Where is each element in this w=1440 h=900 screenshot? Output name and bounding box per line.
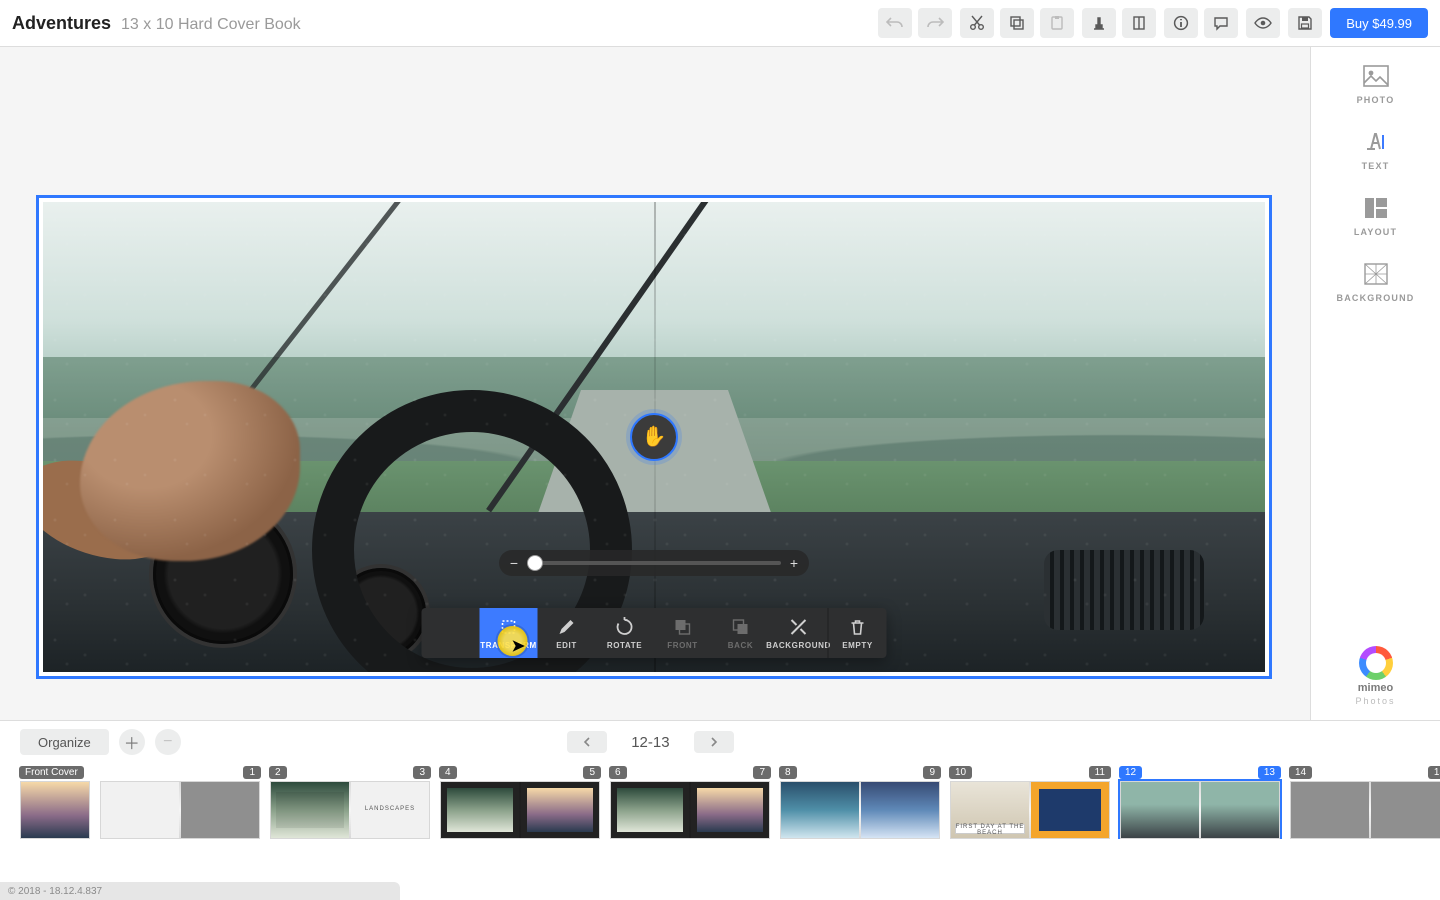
- thumb-spread-4-5[interactable]: 4 5: [440, 767, 600, 839]
- paste-button[interactable]: [1040, 8, 1074, 38]
- thumb-spread-14-15[interactable]: 14 15: [1290, 767, 1440, 839]
- page-badge: 9: [923, 766, 941, 779]
- edit-label: EDIT: [556, 641, 577, 650]
- redo-button[interactable]: [918, 8, 952, 38]
- page-badge: 8: [779, 766, 797, 779]
- back-label: BACK: [728, 641, 754, 650]
- status-bar: © 2018 - 18.12.4.837: [0, 882, 400, 900]
- thumb-front-cover[interactable]: Front Cover: [20, 767, 90, 839]
- page-badge: 13: [1258, 766, 1281, 779]
- next-spread-button[interactable]: [694, 731, 734, 753]
- page-spread[interactable]: ✋ − + ✋ TRANSFORM ➤: [36, 195, 1272, 679]
- copy-button[interactable]: [1000, 8, 1034, 38]
- thumb-caption: FIRST DAY AT THE BEACH: [951, 824, 1029, 836]
- page-indicator: 12-13: [631, 734, 669, 751]
- brand-logo: mimeo Photos: [1355, 646, 1395, 706]
- pan-tool-button[interactable]: ✋: [422, 608, 480, 658]
- topbar: Adventures 13 x 10 Hard Cover Book: [0, 0, 1440, 47]
- right-rail: PHOTO TEXT LAYOUT BACKGROUND mimeo Photo…: [1310, 47, 1440, 720]
- page-badge: 14: [1289, 766, 1312, 779]
- brand-mark-icon: [1359, 646, 1393, 680]
- thumb-spread-6-7[interactable]: 6 7: [610, 767, 770, 839]
- thumb-caption: LANDSCAPES: [351, 806, 429, 812]
- send-back-button[interactable]: BACK: [712, 608, 770, 658]
- undo-button[interactable]: [878, 8, 912, 38]
- page-badge: 5: [583, 766, 601, 779]
- rail-text[interactable]: TEXT: [1362, 131, 1390, 171]
- rotate-label: ROTATE: [607, 641, 642, 650]
- remove-page-button[interactable]: −: [155, 729, 181, 755]
- zoom-in-icon[interactable]: +: [789, 555, 799, 571]
- empty-button[interactable]: EMPTY: [829, 608, 887, 658]
- page-badge: 2: [269, 766, 287, 779]
- hand-icon: ✋: [642, 424, 667, 449]
- rotate-tool-button[interactable]: ROTATE: [596, 608, 654, 658]
- thumb-spread-1[interactable]: 1: [100, 767, 260, 839]
- page-badge: 12: [1119, 766, 1142, 779]
- brand-name: mimeo: [1358, 682, 1393, 694]
- set-background-button[interactable]: BACKGROUND: [770, 608, 828, 658]
- grab-handle[interactable]: ✋: [630, 413, 678, 461]
- project-subtitle: 13 x 10 Hard Cover Book: [121, 16, 301, 34]
- thumb-spread-2-3[interactable]: 2 3 LANDSCAPES: [270, 767, 430, 839]
- rail-background[interactable]: BACKGROUND: [1337, 263, 1415, 303]
- photo-toolbar: ✋ TRANSFORM ➤ EDIT ROTATE: [422, 608, 887, 658]
- page-badge: 11: [1089, 766, 1111, 779]
- rail-text-label: TEXT: [1362, 161, 1390, 171]
- brand-sub: Photos: [1355, 696, 1395, 706]
- thumb-label: Front Cover: [19, 766, 84, 779]
- info-button[interactable]: [1164, 8, 1198, 38]
- page-badge: 3: [413, 766, 431, 779]
- canvas-area[interactable]: ✋ − + ✋ TRANSFORM ➤: [0, 47, 1310, 720]
- zoom-slider[interactable]: − +: [499, 550, 809, 576]
- page-badge: 1: [243, 766, 261, 779]
- page-badge: 4: [439, 766, 457, 779]
- page-badge: 15: [1428, 766, 1440, 779]
- book-button[interactable]: [1122, 8, 1156, 38]
- empty-label: EMPTY: [842, 641, 873, 650]
- page-badge: 7: [753, 766, 771, 779]
- thumb-spread-12-13[interactable]: 12 13: [1120, 767, 1280, 839]
- thumb-spread-10-11[interactable]: 10 11 FIRST DAY AT THE BEACH: [950, 767, 1110, 839]
- page-badge: 6: [609, 766, 627, 779]
- transform-tool-button[interactable]: TRANSFORM ➤: [480, 608, 538, 658]
- stamp-button[interactable]: [1082, 8, 1116, 38]
- project-title: Adventures: [12, 13, 111, 34]
- rail-photo[interactable]: PHOTO: [1357, 65, 1395, 105]
- background-label: BACKGROUND: [766, 641, 831, 650]
- cut-button[interactable]: [960, 8, 994, 38]
- zoom-track[interactable]: [527, 561, 781, 565]
- preview-button[interactable]: [1246, 8, 1280, 38]
- buy-button[interactable]: Buy $49.99: [1330, 8, 1428, 38]
- cursor-icon: ➤: [512, 636, 526, 656]
- add-page-button[interactable]: ＋: [119, 729, 145, 755]
- front-label: FRONT: [667, 641, 698, 650]
- rail-layout-label: LAYOUT: [1354, 227, 1397, 237]
- filmstrip: Organize ＋ − 12-13 Front Cover 1 2 3: [0, 720, 1440, 900]
- edit-tool-button[interactable]: EDIT: [538, 608, 596, 658]
- thumb-spread-8-9[interactable]: 8 9: [780, 767, 940, 839]
- thumbnail-row[interactable]: Front Cover 1 2 3 LANDSCAPES 4 5: [0, 759, 1440, 839]
- rail-photo-label: PHOTO: [1357, 95, 1395, 105]
- zoom-thumb[interactable]: [528, 556, 542, 570]
- zoom-out-icon[interactable]: −: [509, 555, 519, 571]
- bring-front-button[interactable]: FRONT: [654, 608, 712, 658]
- organize-button[interactable]: Organize: [20, 729, 109, 755]
- page-badge: 10: [949, 766, 972, 779]
- comment-button[interactable]: [1204, 8, 1238, 38]
- rail-layout[interactable]: LAYOUT: [1354, 197, 1397, 237]
- rail-background-label: BACKGROUND: [1337, 293, 1415, 303]
- prev-spread-button[interactable]: [567, 731, 607, 753]
- save-button[interactable]: [1288, 8, 1322, 38]
